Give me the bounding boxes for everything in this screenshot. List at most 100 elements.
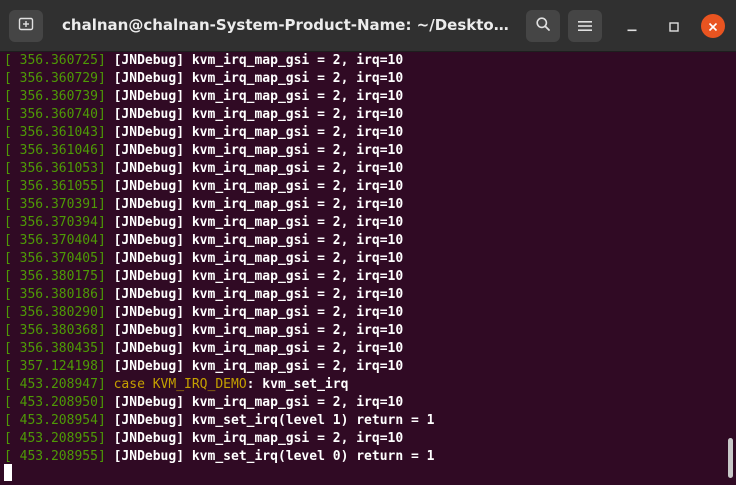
minimize-button[interactable]	[620, 14, 644, 38]
bracket-close: ]	[97, 341, 114, 356]
bracket-close: ]	[97, 377, 114, 392]
terminal-line: [ 356.380368] [JNDebug] kvm_irq_map_gsi …	[4, 322, 435, 340]
timestamp: 356.361046	[19, 143, 98, 158]
menu-button[interactable]	[568, 10, 602, 42]
bracket-close: ]	[97, 449, 114, 464]
bracket-close: ]	[97, 359, 114, 374]
log-message: [JNDebug] kvm_irq_map_gsi = 2, irq=10	[113, 251, 404, 266]
close-icon	[708, 17, 718, 36]
bracket-close: ]	[97, 143, 114, 158]
log-message: [JNDebug] kvm_irq_map_gsi = 2, irq=10	[113, 215, 404, 230]
bracket-open: [	[4, 269, 20, 284]
terminal-line: [ 453.208947] case KVM_IRQ_DEMO: kvm_set…	[4, 376, 435, 394]
log-message: [JNDebug] kvm_irq_map_gsi = 2, irq=10	[113, 431, 404, 446]
timestamp: 356.361055	[19, 179, 98, 194]
log-message: [JNDebug] kvm_irq_map_gsi = 2, irq=10	[113, 395, 404, 410]
terminal-line: [ 356.370391] [JNDebug] kvm_irq_map_gsi …	[4, 196, 435, 214]
close-button[interactable]	[701, 14, 725, 38]
bracket-open: [	[4, 395, 20, 410]
window-title: chalnan@chalnan-System-Product-Name: ~/D…	[62, 16, 512, 34]
log-message: [JNDebug] kvm_irq_map_gsi = 2, irq=10	[113, 161, 404, 176]
bracket-open: [	[4, 431, 20, 446]
minimize-icon	[627, 17, 637, 36]
timestamp: 356.370404	[19, 233, 98, 248]
timestamp: 356.360729	[19, 71, 98, 86]
bracket-open: [	[4, 215, 20, 230]
maximize-button[interactable]	[662, 14, 686, 38]
bracket-open: [	[4, 89, 20, 104]
terminal-line: [ 356.380175] [JNDebug] kvm_irq_map_gsi …	[4, 268, 435, 286]
log-message: [JNDebug] kvm_irq_map_gsi = 2, irq=10	[113, 269, 404, 284]
bracket-open: [	[4, 143, 20, 158]
terminal-output[interactable]: [ 356.360725] [JNDebug] kvm_irq_map_gsi …	[0, 52, 718, 485]
bracket-open: [	[4, 179, 20, 194]
bracket-open: [	[4, 377, 20, 392]
timestamp: 356.360740	[19, 107, 98, 122]
terminal-line: [ 453.208955] [JNDebug] kvm_set_irq(leve…	[4, 448, 435, 466]
bracket-open: [	[4, 341, 20, 356]
bracket-open: [	[4, 161, 20, 176]
bracket-close: ]	[97, 89, 114, 104]
search-button[interactable]	[526, 10, 560, 42]
terminal-line: [ 356.361043] [JNDebug] kvm_irq_map_gsi …	[4, 124, 435, 142]
log-message: [JNDebug] kvm_irq_map_gsi = 2, irq=10	[113, 323, 404, 338]
log-message: [JNDebug] kvm_set_irq(level 1) return = …	[113, 413, 435, 428]
bracket-open: [	[4, 359, 20, 374]
bracket-open: [	[4, 413, 20, 428]
bracket-close: ]	[97, 251, 114, 266]
scrollbar-thumb[interactable]	[728, 438, 733, 478]
new-tab-button[interactable]	[9, 10, 43, 42]
terminal-line: [ 356.380290] [JNDebug] kvm_irq_map_gsi …	[4, 304, 435, 322]
timestamp: 356.380435	[19, 341, 98, 356]
timestamp: 356.370405	[19, 251, 98, 266]
log-message: [JNDebug] kvm_irq_map_gsi = 2, irq=10	[113, 71, 404, 86]
terminal-line: [ 356.380186] [JNDebug] kvm_irq_map_gsi …	[4, 286, 435, 304]
bracket-close: ]	[97, 53, 114, 68]
terminal-line: [ 356.370405] [JNDebug] kvm_irq_map_gsi …	[4, 250, 435, 268]
log-message: [JNDebug] kvm_irq_map_gsi = 2, irq=10	[113, 287, 404, 302]
log-message: [JNDebug] kvm_irq_map_gsi = 2, irq=10	[113, 233, 404, 248]
log-message: [JNDebug] kvm_set_irq(level 0) return = …	[113, 449, 435, 464]
log-message: [JNDebug] kvm_irq_map_gsi = 2, irq=10	[113, 197, 404, 212]
log-message: [JNDebug] kvm_irq_map_gsi = 2, irq=10	[113, 89, 404, 104]
terminal-line: [ 356.360739] [JNDebug] kvm_irq_map_gsi …	[4, 88, 435, 106]
terminal-line: [ 453.208950] [JNDebug] kvm_irq_map_gsi …	[4, 394, 435, 412]
bracket-close: ]	[97, 431, 114, 446]
timestamp: 356.380186	[19, 287, 98, 302]
terminal-line: [ 453.208954] [JNDebug] kvm_set_irq(leve…	[4, 412, 435, 430]
bracket-close: ]	[97, 323, 114, 338]
bracket-close: ]	[97, 305, 114, 320]
terminal-cursor	[4, 464, 12, 481]
bracket-open: [	[4, 251, 20, 266]
terminal-line: [ 356.380435] [JNDebug] kvm_irq_map_gsi …	[4, 340, 435, 358]
bracket-open: [	[4, 233, 20, 248]
log-message: : kvm_set_irq	[246, 377, 349, 392]
bracket-open: [	[4, 125, 20, 140]
timestamp: 356.370391	[19, 197, 98, 212]
terminal-lines: [ 356.360725] [JNDebug] kvm_irq_map_gsi …	[4, 52, 435, 466]
timestamp: 357.124198	[19, 359, 98, 374]
log-message: [JNDebug] kvm_irq_map_gsi = 2, irq=10	[113, 53, 404, 68]
bracket-open: [	[4, 287, 20, 302]
bracket-close: ]	[97, 413, 114, 428]
bracket-close: ]	[97, 287, 114, 302]
terminal-line: [ 356.370404] [JNDebug] kvm_irq_map_gsi …	[4, 232, 435, 250]
bracket-close: ]	[97, 107, 114, 122]
new-tab-icon	[18, 16, 34, 36]
terminal-line: [ 356.370394] [JNDebug] kvm_irq_map_gsi …	[4, 214, 435, 232]
timestamp: 356.380290	[19, 305, 98, 320]
terminal-line: [ 453.208955] [JNDebug] kvm_irq_map_gsi …	[4, 430, 435, 448]
timestamp: 453.208950	[19, 395, 98, 410]
bracket-close: ]	[97, 395, 114, 410]
log-message: [JNDebug] kvm_irq_map_gsi = 2, irq=10	[113, 179, 404, 194]
bracket-close: ]	[97, 161, 114, 176]
bracket-close: ]	[97, 179, 114, 194]
log-message: [JNDebug] kvm_irq_map_gsi = 2, irq=10	[113, 305, 404, 320]
terminal-line: [ 356.360725] [JNDebug] kvm_irq_map_gsi …	[4, 52, 435, 70]
bracket-open: [	[4, 323, 20, 338]
timestamp: 356.361053	[19, 161, 98, 176]
bracket-close: ]	[97, 269, 114, 284]
title-bar[interactable]: chalnan@chalnan-System-Product-Name: ~/D…	[0, 0, 736, 52]
hamburger-menu-icon	[578, 17, 592, 36]
terminal-line: [ 356.361053] [JNDebug] kvm_irq_map_gsi …	[4, 160, 435, 178]
